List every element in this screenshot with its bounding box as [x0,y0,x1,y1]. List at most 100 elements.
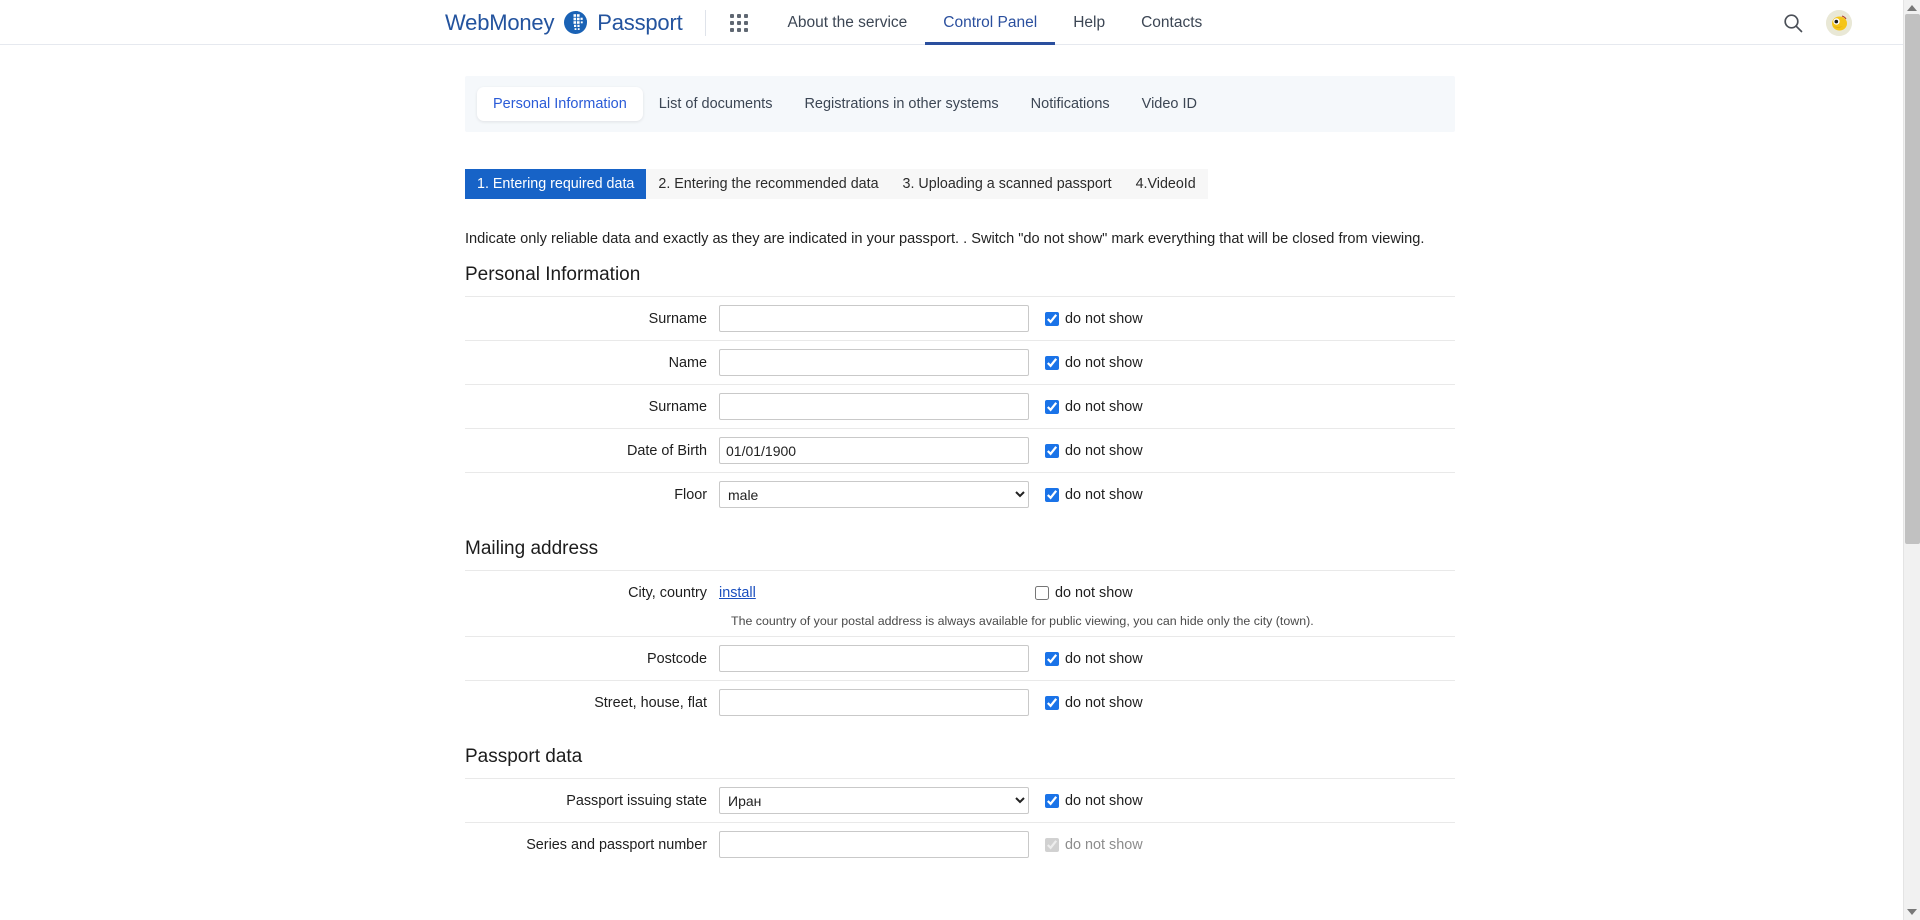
form-row-surname-2: Surname do not show [465,384,1455,428]
label-floor: Floor [674,486,707,503]
field-surname-2 [719,393,1031,421]
input-series-and-passport-number[interactable] [719,831,1029,859]
scroll-up-arrow-icon[interactable] [1907,5,1917,11]
checkbox-do-not-show-city-country[interactable] [1035,585,1049,600]
checkbox-do-not-show-surname-2[interactable] [1045,399,1059,414]
field-surname-1 [719,305,1031,333]
link-install-city-country[interactable]: install [719,585,756,601]
checkbox-group-date-of-birth[interactable]: do not show [1045,443,1143,459]
apps-grid-icon[interactable] [729,13,748,32]
label-city-country: City, country [628,584,707,601]
label-passport-issuing-state: Passport issuing state [566,792,707,809]
field-postcode [719,645,1031,673]
field-street-house-flat [719,689,1031,717]
nav-link-control-panel[interactable]: Control Panel [925,0,1055,45]
nav-center-group: WebMoney Passport About the service Cont… [445,0,1220,45]
brand-name-webmoney: WebMoney [445,9,555,35]
section-title-passport-data: Passport data [465,746,583,768]
hint-city-country: The country of your postal address is al… [731,614,1314,629]
checkbox-do-not-show-name[interactable] [1045,355,1059,370]
checkbox-label-passport-issuing-state: do not show [1065,792,1143,809]
checkbox-label-name: do not show [1065,354,1143,371]
nav-link-help[interactable]: Help [1055,0,1123,45]
input-surname-2[interactable] [719,393,1029,421]
checkbox-group-surname-1[interactable]: do not show [1045,311,1143,327]
checkbox-group-street-house-flat[interactable]: do not show [1045,695,1143,711]
checkbox-group-city-country[interactable]: do not show [1035,585,1133,601]
form-row-floor: Floor male female do not show [465,472,1455,516]
main-nav-links: About the service Control Panel Help Con… [770,0,1221,45]
select-floor[interactable]: male female [719,481,1029,509]
checkbox-do-not-show-series-and-passport-number [1045,837,1059,852]
checkbox-group-passport-issuing-state[interactable]: do not show [1045,793,1143,809]
checkbox-label-city-country: do not show [1055,584,1133,601]
form-row-city-country: City, country install do not show [465,570,1455,614]
label-postcode: Postcode [646,650,707,667]
field-passport-issuing-state: Иран [719,787,1031,815]
form-row-surname-1: Surname do not show [465,296,1455,340]
checkbox-label-street-house-flat: do not show [1065,694,1143,711]
checkbox-do-not-show-floor[interactable] [1045,487,1059,502]
checkbox-do-not-show-postcode[interactable] [1045,651,1059,666]
webmoney-logo-icon [563,10,588,35]
label-series-and-passport-number: Series and passport number [526,836,707,853]
label-surname-2: Surname [648,398,707,415]
step-1-entering-required-data[interactable]: 1. Entering required data [465,169,647,199]
tab-list-of-documents[interactable]: List of documents [643,87,789,121]
form-mailing-address: City, country install do not show The co… [465,570,1455,724]
tab-video-id[interactable]: Video ID [1126,87,1213,121]
label-surname-1: Surname [648,310,707,327]
step-3-uploading-scanned-passport[interactable]: 3. Uploading a scanned passport [890,169,1124,199]
form-personal-information: Surname do not show Name do not show Sur… [465,296,1455,516]
field-date-of-birth [719,437,1031,465]
input-date-of-birth[interactable] [719,437,1029,465]
checkbox-label-postcode: do not show [1065,650,1143,667]
checkbox-do-not-show-street-house-flat[interactable] [1045,695,1059,710]
field-series-and-passport-number [719,831,1031,859]
tab-notifications[interactable]: Notifications [1015,87,1126,121]
intro-text: Indicate only reliable data and exactly … [465,231,1425,247]
checkbox-group-floor[interactable]: do not show [1045,487,1143,503]
form-passport-data: Passport issuing state Иран do not show … [465,778,1455,866]
content-container: Personal Information List of documents R… [465,76,1455,866]
checkbox-group-postcode[interactable]: do not show [1045,651,1143,667]
input-postcode[interactable] [719,645,1029,673]
page-scrollbar[interactable] [1903,0,1920,920]
checkbox-label-series-and-passport-number: do not show [1065,836,1143,853]
checkbox-group-name[interactable]: do not show [1045,355,1143,371]
nav-link-about-the-service[interactable]: About the service [770,0,926,45]
checkbox-label-surname-1: do not show [1065,310,1143,327]
nav-divider [704,9,706,36]
user-avatar-icon[interactable] [1826,9,1852,36]
field-floor: male female [719,481,1031,509]
select-passport-issuing-state[interactable]: Иран [719,787,1029,815]
section-title-mailing-address: Mailing address [465,538,599,560]
step-4-videoid[interactable]: 4.VideoId [1123,169,1208,199]
label-date-of-birth: Date of Birth [627,442,707,459]
input-name[interactable] [719,349,1029,377]
field-name [719,349,1031,377]
top-navigation-bar: WebMoney Passport About the service Cont… [0,0,1920,45]
scrollbar-thumb[interactable] [1905,14,1920,544]
brand-logo[interactable]: WebMoney Passport [445,10,705,36]
input-street-house-flat[interactable] [719,689,1029,717]
nav-link-contacts[interactable]: Contacts [1123,0,1220,45]
label-name: Name [668,354,707,371]
checkbox-do-not-show-date-of-birth[interactable] [1045,443,1059,458]
tab-registrations-in-other-systems[interactable]: Registrations in other systems [788,87,1014,121]
tab-personal-information[interactable]: Personal Information [477,87,643,121]
scroll-down-arrow-icon[interactable] [1907,909,1917,915]
form-row-postcode: Postcode do not show [465,636,1455,680]
checkbox-do-not-show-passport-issuing-state[interactable] [1045,793,1059,808]
step-2-entering-recommended-data[interactable]: 2. Entering the recommended data [646,169,891,199]
hint-row-city-country: The country of your postal address is al… [465,614,1455,636]
section-title-personal-information: Personal Information [465,264,641,286]
checkbox-group-surname-2[interactable]: do not show [1045,399,1143,415]
search-icon[interactable] [1782,12,1804,34]
checkbox-do-not-show-surname-1[interactable] [1045,311,1059,326]
form-row-series-and-passport-number: Series and passport number do not show [465,822,1455,866]
section-tabs: Personal Information List of documents R… [465,76,1455,132]
checkbox-group-series-and-passport-number: do not show [1045,837,1143,853]
input-surname-1[interactable] [719,305,1029,333]
checkbox-label-date-of-birth: do not show [1065,442,1143,459]
